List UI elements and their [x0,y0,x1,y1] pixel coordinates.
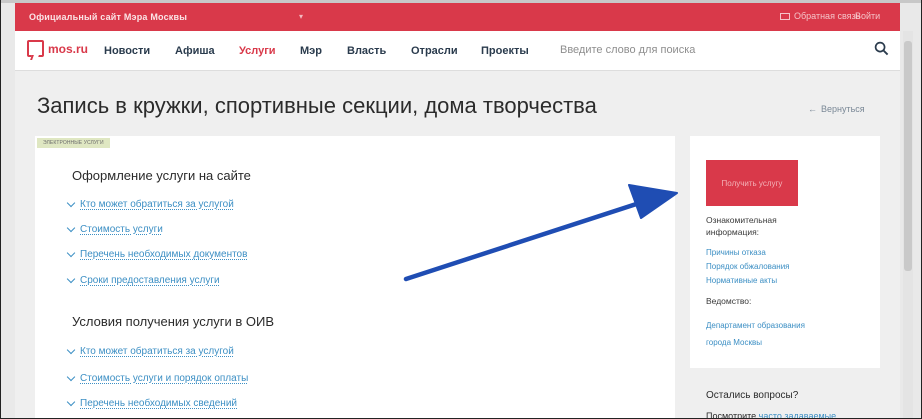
faq-text: Посмотрите часто задаваемые [706,411,837,419]
accordion-item[interactable]: Стоимость услуги и порядок оплаты [66,372,248,384]
department-link-2[interactable]: города Москвы [706,337,762,349]
main-nav: mos.ru Новости Афиша Услуги Мэр Власть О… [15,31,900,71]
login-link[interactable]: Войти [855,11,880,21]
logo-link[interactable]: mos.ru [27,40,88,57]
accordion-item[interactable]: Сроки предоставления услуги [66,274,220,286]
logo-text: mos.ru [48,41,89,56]
page-title: Запись в кружки, спортивные секции, дома… [37,93,597,118]
nav-item-afisha[interactable]: Афиша [175,45,215,57]
page-content: Запись в кружки, спортивные секции, дома… [15,71,900,419]
top-bar: Официальный сайт Мэра Москвы ▾ Обратная … [15,3,900,31]
chevron-down-icon[interactable]: ▾ [299,12,303,21]
appeal-procedure-link[interactable]: Порядок обжалования [706,261,790,273]
chevron-down-icon [66,397,76,407]
get-service-button[interactable]: Получить услугу [706,160,798,206]
chevron-down-icon [66,345,76,355]
scrollbar[interactable] [903,31,913,418]
site-name-link[interactable]: Официальный сайт Мэра Москвы [29,12,187,22]
chevron-down-icon [66,223,76,233]
accordion-item[interactable]: Стоимость услуги [66,223,163,235]
nav-item-services[interactable]: Услуги [239,45,276,57]
section-title-online: Оформление услуги на сайте [72,168,251,183]
chevron-down-icon [66,248,76,258]
side-panel: Получить услугу Ознакомительная информац… [690,136,880,368]
questions-heading: Остались вопросы? [706,390,799,401]
service-info-panel: ЭЛЕКТРОННЫЕ УСЛУГИ Оформление услуги на … [35,136,675,418]
accordion-item[interactable]: Кто может обратиться за услугой [66,345,234,357]
envelope-icon [780,12,790,20]
nav-item-projects[interactable]: Проекты [481,45,529,57]
chevron-down-icon [66,372,76,382]
info-label: Ознакомительная [706,215,777,225]
screen: Официальный сайт Мэра Москвы ▾ Обратная … [0,0,922,419]
back-link[interactable]: ← Вернуться [808,104,865,114]
chevron-down-icon [66,274,76,284]
department-label: Ведомство: [706,296,752,306]
accordion-item[interactable]: Кто может обратиться за услугой [66,198,234,210]
logo-icon [27,40,44,57]
nav-item-authority[interactable]: Власть [347,45,386,57]
scrollbar-thumb[interactable] [904,41,912,271]
questions-panel: Остались вопросы? Посмотрите часто задав… [690,378,880,419]
regulations-link[interactable]: Нормативные акты [706,275,777,287]
search-input[interactable]: Введите слово для поиска [560,44,695,56]
faq-link[interactable]: часто задаваемые [759,411,836,418]
nav-item-news[interactable]: Новости [104,45,150,57]
accordion-item[interactable]: Перечень необходимых документов [66,248,247,260]
section-title-oiv: Условия получения услуги в ОИВ [72,314,275,329]
electronic-services-tag: ЭЛЕКТРОННЫЕ УСЛУГИ [37,138,110,148]
chevron-down-icon [66,198,76,208]
search-icon[interactable] [874,41,889,56]
feedback-label: Обратная связь [794,11,861,21]
refusal-reasons-link[interactable]: Причины отказа [706,247,766,259]
accordion-item[interactable]: Перечень необходимых сведений [66,397,237,409]
back-label: Вернуться [821,104,865,114]
feedback-link[interactable]: Обратная связь [780,11,860,21]
info-label-2: информация: [706,227,760,237]
arrow-left-icon: ← [808,104,817,114]
department-link[interactable]: Департамент образования [706,320,805,332]
nav-item-mayor[interactable]: Мэр [300,45,322,57]
nav-item-industries[interactable]: Отрасли [411,45,458,57]
